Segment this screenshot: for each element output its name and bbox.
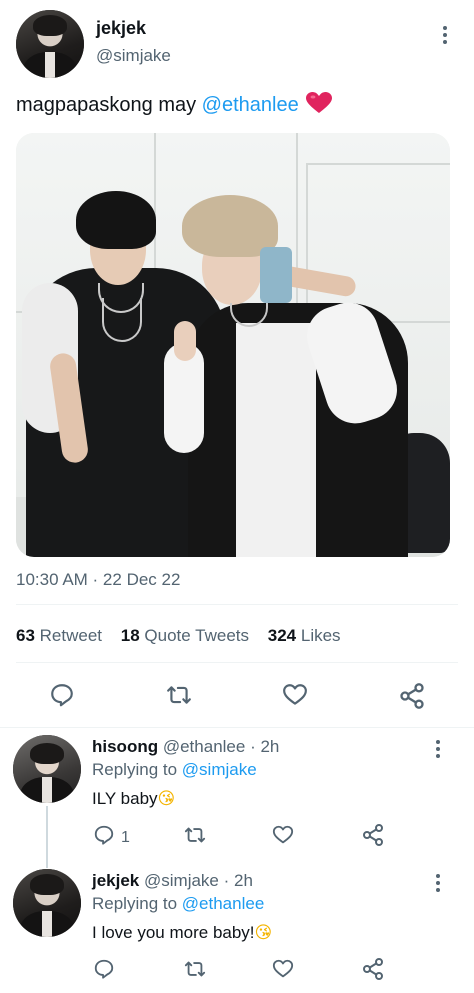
reply-icon <box>93 824 115 851</box>
share-icon[interactable] <box>398 682 426 715</box>
kiss-emoji: 😘 <box>157 789 176 809</box>
tweet-stats: 63 Retweet 18 Quote Tweets 324 Likes <box>16 626 341 646</box>
author-avatar[interactable] <box>16 10 84 78</box>
reply-author-handle[interactable]: @simjake <box>144 871 219 890</box>
retweet-stat[interactable]: 63 Retweet <box>16 626 102 645</box>
like-heart-icon[interactable] <box>272 824 294 851</box>
reply-text: ILY baby😘 <box>92 789 175 809</box>
reply-text-body: ILY baby <box>92 789 158 808</box>
retweet-icon[interactable] <box>182 824 208 851</box>
reply-age: · 2h <box>250 737 280 756</box>
tweet-text-body: magpapaskong may <box>16 94 202 116</box>
reply-icon[interactable] <box>49 682 75 713</box>
likes-stat[interactable]: 324 Likes <box>268 626 341 645</box>
reply-avatar[interactable] <box>13 735 81 803</box>
reply-author-name[interactable]: hisoong <box>92 737 158 756</box>
tweet-mention-link[interactable]: @ethanlee <box>202 94 299 116</box>
reply-avatar[interactable] <box>13 869 81 937</box>
kiss-emoji: 😘 <box>254 923 273 943</box>
reply-age: · 2h <box>223 871 253 890</box>
quote-stat[interactable]: 18 Quote Tweets <box>121 626 249 645</box>
tweet-text: magpapaskong may @ethanlee <box>16 92 333 120</box>
divider <box>16 604 458 605</box>
retweet-icon[interactable] <box>182 958 208 985</box>
likes-count: 324 <box>267 626 297 645</box>
likes-label: Likes <box>300 626 341 645</box>
reply-button[interactable] <box>93 958 121 985</box>
divider <box>0 727 474 728</box>
reply-button[interactable]: 1 <box>93 824 130 851</box>
replying-to-link[interactable]: @simjake <box>182 760 257 779</box>
replying-to-prefix: Replying to <box>92 894 178 913</box>
replying-to-prefix: Replying to <box>92 760 178 779</box>
replying-to-link[interactable]: @ethanlee <box>182 894 265 913</box>
retweet-label: Retweet <box>39 626 103 645</box>
reply-text: I love you more baby!😘 <box>92 923 272 943</box>
tweet-photo[interactable] <box>16 133 450 557</box>
share-icon[interactable] <box>361 957 385 986</box>
tweet-timestamp[interactable]: 10:30 AM · 22 Dec 22 <box>16 570 180 590</box>
author-handle[interactable]: @simjake <box>96 46 171 66</box>
retweet-count: 63 <box>16 626 35 645</box>
more-icon[interactable] <box>435 874 441 892</box>
retweet-icon[interactable] <box>164 682 194 713</box>
thread-line <box>46 806 48 868</box>
reply-text-body: I love you more baby! <box>92 923 255 942</box>
replying-to: Replying to @simjake <box>92 760 257 780</box>
reply-icon <box>93 958 115 985</box>
like-heart-icon[interactable] <box>272 958 294 985</box>
heart-emoji <box>306 92 333 120</box>
reply-header: hisoong @ethanlee · 2h <box>92 737 279 757</box>
divider <box>16 662 458 663</box>
reply-header: jekjek @simjake · 2h <box>92 871 253 891</box>
reply-count: 1 <box>121 828 130 846</box>
like-heart-icon[interactable] <box>282 682 308 713</box>
reply-author-handle[interactable]: @ethanlee <box>163 737 246 756</box>
more-icon[interactable] <box>435 740 441 758</box>
reply-author-name[interactable]: jekjek <box>92 871 139 890</box>
more-icon[interactable] <box>442 26 448 44</box>
quote-count: 18 <box>120 626 140 645</box>
replying-to: Replying to @ethanlee <box>92 894 264 914</box>
quote-label: Quote Tweets <box>144 626 250 645</box>
author-name[interactable]: jekjek <box>96 18 146 39</box>
share-icon[interactable] <box>361 823 385 852</box>
